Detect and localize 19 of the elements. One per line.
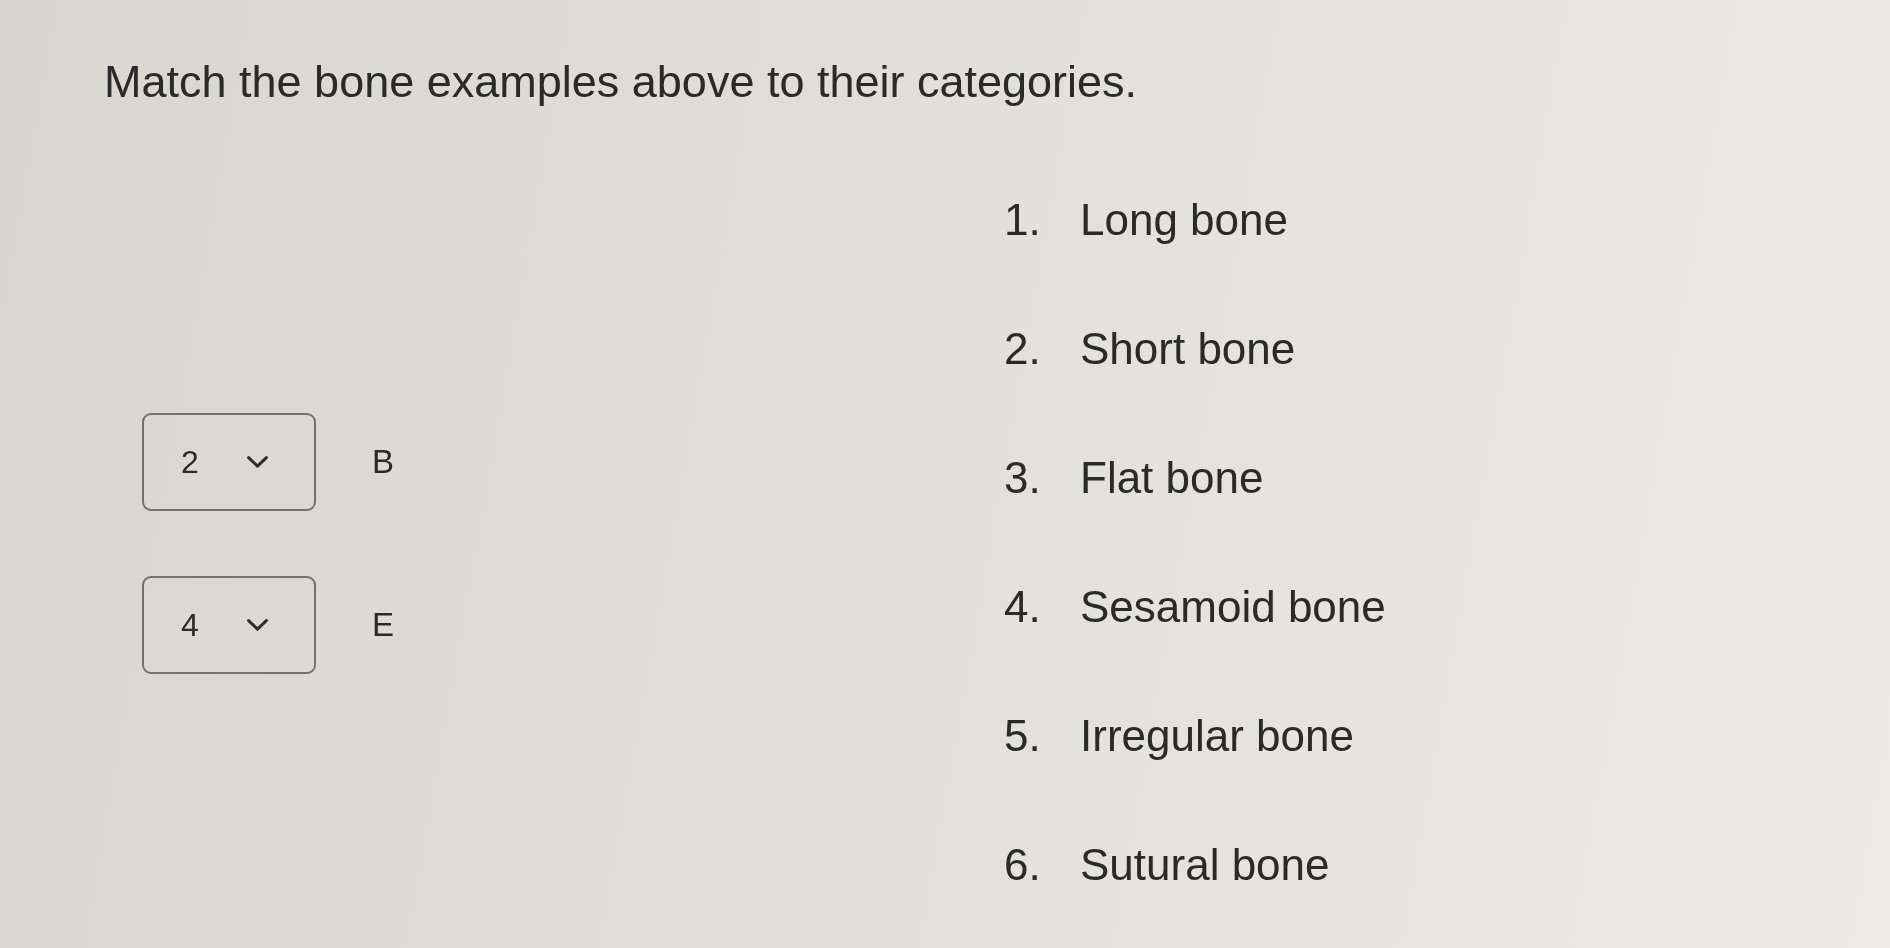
answer-dropdown[interactable]: 4 — [142, 576, 316, 674]
question-prompt: Match the bone examples above to their categories. — [104, 56, 1138, 108]
chevron-down-icon — [247, 619, 268, 631]
category-label: Irregular bone — [1080, 710, 1354, 761]
category-label: Long bone — [1080, 194, 1288, 245]
example-label: E — [372, 606, 394, 644]
chevron-down-icon — [247, 456, 268, 468]
example-label: B — [372, 443, 394, 481]
list-number: 1. — [1004, 194, 1042, 245]
list-number: 6. — [1004, 839, 1042, 890]
category-label: Sutural bone — [1080, 839, 1330, 890]
list-number: 2. — [1004, 323, 1042, 374]
list-number: 4. — [1004, 581, 1042, 632]
category-label: Short bone — [1080, 323, 1296, 374]
answer-dropdown[interactable]: 2 — [142, 413, 316, 511]
category-label: Flat bone — [1080, 452, 1264, 503]
list-number: 3. — [1004, 452, 1042, 503]
list-number: 5. — [1004, 710, 1042, 761]
category-label: Sesamoid bone — [1080, 581, 1386, 632]
